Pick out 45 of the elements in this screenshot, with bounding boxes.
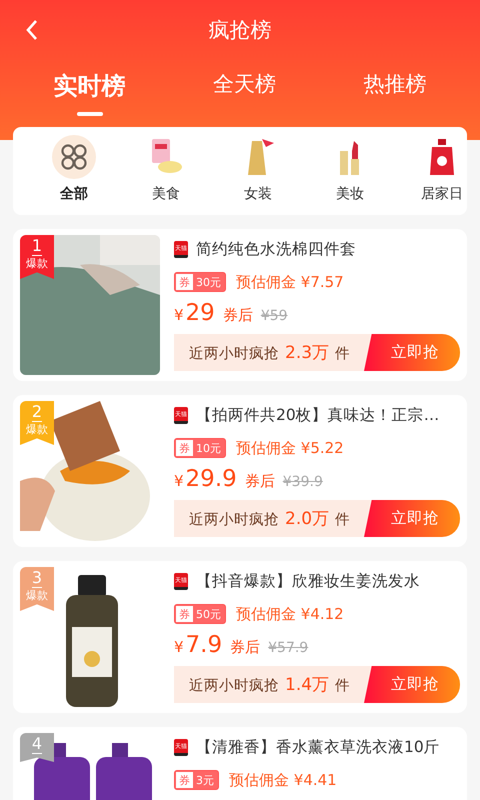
category-item[interactable]: 美妆	[304, 127, 396, 215]
rank-badge: 4	[20, 733, 54, 762]
rank-badge: 1 爆款	[20, 235, 54, 279]
sales-unit: 件	[335, 677, 350, 695]
product-title: 简约纯色水洗棉四件套	[196, 239, 356, 260]
coupon-tag: 券 30元	[174, 272, 226, 292]
coupon-price: 7.9	[186, 632, 222, 658]
page-title: 疯抢榜	[208, 17, 272, 44]
coupon-tag: 券 3元	[174, 770, 219, 790]
sales-unit: 件	[335, 511, 350, 529]
commission-text: 预估佣金 ¥4.41	[229, 770, 337, 790]
commission-text: 预估佣金 ¥5.22	[236, 438, 344, 458]
rank-badge: 3 爆款	[20, 567, 54, 611]
category-item[interactable]: 女装	[212, 127, 304, 215]
after-coupon-label: 券后	[230, 638, 260, 657]
currency-sign: ¥	[174, 638, 184, 656]
clover-icon	[52, 135, 96, 179]
category-item[interactable]: 居家日	[396, 127, 467, 215]
original-price: ¥57.9	[268, 640, 308, 656]
original-price: ¥39.9	[282, 474, 323, 490]
rank-badge: 2 爆款	[20, 401, 54, 445]
sales-label: 近两小时疯抢	[189, 345, 279, 363]
sales-unit: 件	[335, 345, 350, 363]
coupon-tag: 券 50元	[174, 604, 226, 624]
sales-label: 近两小时疯抢	[189, 511, 279, 529]
coupon-price: 29	[186, 300, 215, 326]
currency-sign: ¥	[174, 306, 184, 324]
sales-count: 2.3万	[285, 342, 330, 364]
currency-sign: ¥	[174, 472, 184, 490]
sales-count: 1.4万	[285, 674, 330, 696]
product-title: 【清雅香】香水薰衣草洗衣液10斤	[196, 737, 440, 758]
after-coupon-label: 券后	[244, 472, 275, 491]
coupon-price: 29.9	[186, 466, 237, 492]
after-coupon-label: 券后	[222, 306, 253, 325]
category-item[interactable]: 美食	[120, 127, 212, 215]
back-icon[interactable]	[24, 18, 40, 42]
original-price: ¥59	[260, 308, 288, 324]
category-item[interactable]: 全部	[28, 127, 120, 215]
sales-label: 近两小时疯抢	[189, 677, 279, 695]
product-title: 【抖音爆款】欣雅妆生姜洗发水	[196, 571, 420, 592]
commission-text: 预估佣金 ¥4.12	[236, 604, 344, 624]
coupon-tag: 券 10元	[174, 438, 226, 458]
product-title: 【拍两件共20枚】真味达！正宗…	[196, 405, 440, 426]
commission-text: 预估佣金 ¥7.57	[236, 272, 344, 292]
sales-count: 2.0万	[285, 508, 330, 530]
